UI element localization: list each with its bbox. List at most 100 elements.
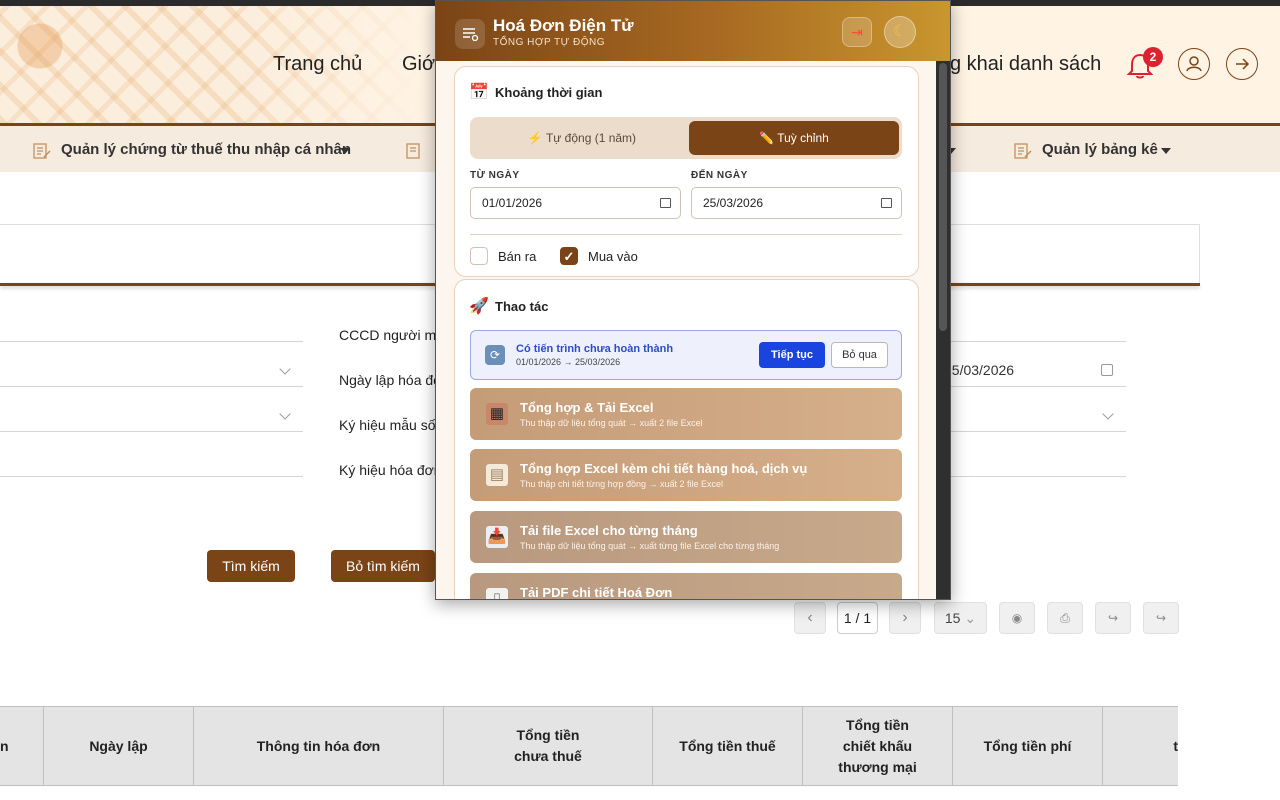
table-header-cell: n (0, 706, 44, 786)
field-underline[interactable] (940, 476, 1126, 477)
next-page-button[interactable]: › (889, 602, 921, 634)
extension-popup: Hoá Đơn Điện Tử TỔNG HỢP TỰ ĐỘNG ⇥ ☾ 📅 K… (435, 0, 951, 600)
rocket-icon: 🚀 (469, 298, 489, 315)
clipboard-icon: ▤ (486, 464, 508, 486)
table-header-cell: t (1173, 737, 1178, 754)
calendar-icon[interactable] (1101, 364, 1113, 376)
logout-button[interactable]: ⇥ (842, 17, 872, 47)
table-header-cell: Thông tin hóa đơn (194, 706, 444, 786)
login-button[interactable] (1226, 48, 1258, 80)
invoice-pdf-button[interactable]: ▯ Tải PDF chi tiết Hoá Đơn (470, 573, 902, 600)
actions-title: Thao tác (495, 299, 549, 314)
nav-home[interactable]: Trang chủ (273, 53, 362, 76)
chevron-down-icon[interactable] (279, 408, 291, 420)
action-subtitle: Thu thập dữ liệu tổng quát → xuất 2 file… (520, 418, 703, 428)
menu-pit-vouchers[interactable]: Quản lý chứng từ thuế thu nhập cá nhân (61, 141, 351, 158)
clear-search-button[interactable]: Bỏ tìm kiếm (331, 550, 435, 582)
view-button[interactable]: ◉ (999, 602, 1035, 634)
custom-mode-tab[interactable]: ✏️ Tuỳ chỉnh (689, 121, 899, 155)
from-date-input[interactable]: 01/01/2026 (470, 187, 681, 219)
calendar-icon: 📅 (469, 84, 489, 101)
calendar-icon[interactable] (660, 198, 671, 208)
action-title: Tổng hợp & Tải Excel (520, 400, 654, 415)
from-date-label: TỪ NGÀY (470, 170, 520, 181)
text-field[interactable] (0, 476, 303, 477)
share-icon: ↪ (1107, 611, 1119, 625)
table-header-cell: Tổng tiền chưa thuế (444, 706, 653, 786)
sell-checkbox-label[interactable]: Bán ra (498, 249, 536, 264)
popup-header: Hoá Đơn Điện Tử TỔNG HỢP TỰ ĐỘNG ⇥ ☾ (436, 1, 950, 61)
action-title: Tải PDF chi tiết Hoá Đơn (520, 585, 673, 600)
select-field[interactable] (0, 431, 303, 432)
to-date-input[interactable]: 25/03/2026 (691, 187, 902, 219)
pending-task-range: 01/01/2026 → 25/03/2026 (516, 357, 621, 367)
action-title: Tổng hợp Excel kèm chi tiết hàng hoá, dị… (520, 461, 808, 476)
continue-button[interactable]: Tiếp tục (759, 342, 825, 368)
chevron-down-icon[interactable] (1102, 408, 1114, 420)
popup-title: Hoá Đơn Điện Tử (493, 16, 634, 35)
form-symbol-label: Ký hiệu mẫu số (339, 417, 436, 433)
to-date-value: 25/03/2026 (703, 196, 764, 210)
sell-checkbox[interactable] (470, 247, 488, 265)
popup-subtitle: TỔNG HỢP TỰ ĐỘNG (493, 37, 605, 48)
dark-mode-toggle[interactable]: ☾ (884, 16, 916, 48)
calendar-icon[interactable] (881, 198, 892, 208)
forward-button[interactable]: ↪ (1143, 602, 1179, 634)
search-button[interactable]: Tìm kiếm (207, 550, 295, 582)
document-edit-icon (406, 143, 420, 159)
notification-badge: 2 (1143, 47, 1163, 67)
invoice-symbol-label: Ký hiệu hóa đơn (339, 462, 442, 478)
menu-icon (463, 28, 479, 42)
table-header-cell: Tổng tiền chiết khấu thương mại (803, 706, 953, 786)
field-underline[interactable] (940, 341, 1126, 342)
buyer-id-label: CCCD người mu (339, 327, 444, 343)
from-date-value: 01/01/2026 (482, 196, 543, 210)
summary-excel-button[interactable]: ▦ Tổng hợp & Tải Excel Thu thập dữ liệu … (470, 388, 902, 440)
to-date-label: ĐẾN NGÀY (691, 170, 748, 181)
action-subtitle: Thu thập dữ liệu tổng quát → xuất từng f… (520, 541, 780, 551)
arrow-right-icon (1236, 58, 1250, 70)
skip-button[interactable]: Bỏ qua (831, 342, 888, 368)
table-header-cell: Ngày lập (44, 706, 194, 786)
caret-down-icon[interactable] (340, 148, 350, 154)
field-underline (940, 431, 1126, 432)
nav-intro[interactable]: Giới (402, 53, 440, 76)
page-size-select[interactable]: 15 ⌄ (934, 602, 987, 634)
menu-button[interactable] (455, 19, 485, 49)
end-date-value[interactable]: 25/03/2026 (944, 362, 1014, 378)
nav-public-list[interactable]: g khai danh sách (950, 53, 1101, 76)
monthly-excel-button[interactable]: 📥 Tải file Excel cho từng tháng Thu thập… (470, 511, 902, 563)
field-underline (0, 341, 303, 342)
pending-task-title: Có tiến trình chưa hoàn thành (516, 343, 674, 355)
menu-statements[interactable]: Quản lý bảng kê (1042, 141, 1158, 158)
refresh-icon: ⟳ (485, 345, 505, 365)
page-size-value: 15 (944, 610, 961, 626)
table-header-cell: Tổng tiền thuế (653, 706, 803, 786)
document-edit-icon (33, 143, 51, 159)
print-button[interactable]: ⎙ (1047, 602, 1083, 634)
inbox-tray-icon: 📥 (486, 526, 508, 548)
document-icon: ▯ (486, 588, 508, 599)
share-icon: ↪ (1155, 611, 1167, 625)
buy-checkbox[interactable]: ✓ (560, 247, 578, 265)
time-range-title: Khoảng thời gian (495, 85, 603, 100)
action-title: Tải file Excel cho từng tháng (520, 523, 698, 538)
auto-mode-tab[interactable]: ⚡ Tự động (1 năm) (476, 121, 688, 155)
chevron-down-icon[interactable] (279, 363, 291, 375)
action-subtitle: Thu thập chi tiết từng hợp đồng → xuất 2… (520, 479, 724, 489)
moon-icon: ☾ (892, 23, 908, 40)
user-button[interactable] (1178, 48, 1210, 80)
table-header-cell: Tổng tiền phí (953, 706, 1103, 786)
page-indicator: 1 / 1 (837, 602, 878, 634)
field-underline (940, 386, 1126, 387)
brick-icon: ▦ (486, 403, 508, 425)
select-field[interactable] (0, 386, 303, 387)
document-edit-icon (1014, 143, 1032, 159)
detail-excel-button[interactable]: ▤ Tổng hợp Excel kèm chi tiết hàng hoá, … (470, 449, 902, 501)
scrollbar-thumb[interactable] (939, 63, 947, 331)
export-button[interactable]: ↪ (1095, 602, 1131, 634)
buy-checkbox-label[interactable]: Mua vào (588, 249, 638, 264)
user-icon (1186, 56, 1202, 72)
prev-page-button[interactable]: ‹ (794, 602, 826, 634)
caret-down-icon[interactable] (1161, 148, 1171, 154)
